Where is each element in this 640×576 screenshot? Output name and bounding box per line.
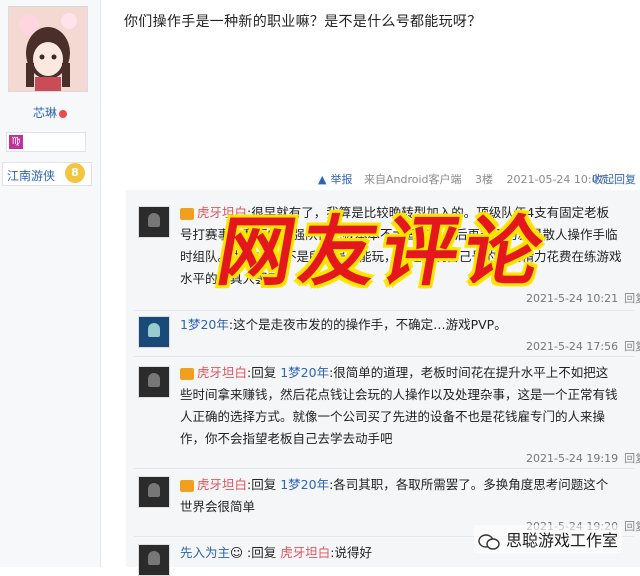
comment-avatar[interactable]	[138, 544, 170, 576]
avatar[interactable]	[8, 6, 88, 92]
post-floor: 3楼	[475, 173, 493, 186]
comment-avatar[interactable]	[138, 476, 170, 508]
comment-meta: 2021-5-24 10:21 回复	[526, 290, 640, 306]
reply-button[interactable]: 回复	[624, 292, 640, 305]
divider	[134, 356, 634, 357]
reply-target[interactable]: 1梦20年	[280, 477, 329, 492]
user-panel: 芯琳 ♍ 江南游侠 8	[0, 0, 101, 567]
report-icon: ▲	[318, 173, 327, 186]
comment-username[interactable]: 虎牙坦白	[197, 365, 247, 380]
reply-target[interactable]: 1梦20年	[280, 365, 329, 380]
comment-username[interactable]: 1梦20年	[180, 317, 229, 332]
virgo-badge-icon[interactable]: ♍	[9, 135, 23, 149]
comment-meta: 2021-5-24 19:19 回复	[526, 450, 640, 466]
username[interactable]: 芯琳	[0, 104, 100, 121]
comment-time: 2021-5-24 17:56	[526, 340, 619, 353]
comment-text-line: 作，你不会指望老板自己去学去动手吧	[180, 431, 393, 446]
username-text[interactable]: 芯琳	[33, 106, 57, 120]
post-source: 来自Android客户端	[363, 173, 462, 186]
divider	[134, 468, 634, 469]
comment-text-line: 人正确的选择方式。就像一个公司买了先进的设备不也是花钱雇专门的人来操	[180, 409, 606, 424]
reply-button[interactable]: 回复	[624, 520, 640, 533]
watermark-text: 思聪游戏工作室	[506, 531, 619, 550]
comment-time: 2021-5-24 10:21	[526, 292, 619, 305]
post-time: 2021-05-24 10:07	[506, 173, 606, 186]
reply-prefix: :回复	[247, 545, 277, 560]
gender-icon	[59, 109, 67, 118]
badge-row: ♍	[6, 132, 86, 152]
comment-username[interactable]: 虎牙坦白	[197, 477, 247, 492]
watermark: 思聪游戏工作室	[474, 525, 623, 553]
comment-avatar[interactable]	[138, 206, 170, 238]
comment-item: 虎牙坦白:回复 1梦20年:各司其职，各取所需罢了。多换角度思考问题这个 世界会…	[180, 474, 636, 518]
vip-icon	[180, 367, 194, 380]
reply-target[interactable]: 虎牙坦白	[280, 545, 330, 560]
comment-text-line: 世界会很简单	[180, 499, 256, 514]
overlay-caption: 网友评论	[211, 207, 555, 296]
level-name: 江南游侠	[7, 169, 56, 183]
comment-avatar[interactable]	[138, 316, 170, 348]
smile-icon: ☺	[230, 545, 244, 560]
collapse-reply-button[interactable]: 收起回复	[592, 171, 636, 187]
comment-username[interactable]: 先入为主	[180, 545, 230, 560]
comment-avatar[interactable]	[138, 366, 170, 398]
comment-text-line: 些时间拿来赚钱，然后花点钱让会玩的人操作以及处理杂事，这是一个正常有钱	[180, 387, 618, 402]
level-number: 8	[65, 163, 85, 183]
comment-text-line: :各司其职，各取所需罢了。多换角度思考问题这个	[329, 477, 609, 492]
comment-text-line: :这个是走夜市发的的操作手，不确定…游戏PVP。	[228, 317, 507, 332]
reply-button[interactable]: 回复	[624, 340, 640, 353]
comment-time: 2021-5-24 19:19	[526, 452, 619, 465]
reply-button[interactable]: 回复	[624, 452, 640, 465]
reply-prefix: :回复	[247, 477, 277, 492]
post-meta: ▲ 举报 来自Android客户端 3楼 2021-05-24 10:07	[318, 171, 610, 187]
comment-text-line: :很简单的道理，老板时间花在提升水平上不如把这	[329, 365, 609, 380]
level-badge[interactable]: 江南游侠 8	[2, 162, 92, 186]
wechat-icon	[478, 533, 500, 550]
reply-prefix: :回复	[247, 365, 277, 380]
report-link[interactable]: ▲ 举报	[318, 173, 360, 186]
divider	[134, 310, 634, 311]
comment-text-line: :说得好	[330, 545, 372, 560]
comment-item: 虎牙坦白:回复 1梦20年:很简单的道理，老板时间花在提升水平上不如把这 些时间…	[180, 362, 636, 450]
comment-meta: 2021-5-24 17:56 回复	[526, 338, 640, 354]
report-label: 举报	[330, 173, 353, 186]
comment-item: 1梦20年:这个是走夜市发的的操作手，不确定…游戏PVP。	[180, 314, 636, 336]
vip-icon	[180, 479, 194, 492]
post-content: 你们操作手是一种新的职业嘛？是不是什么号都能玩呀？	[124, 14, 482, 30]
vip-icon	[180, 207, 194, 220]
